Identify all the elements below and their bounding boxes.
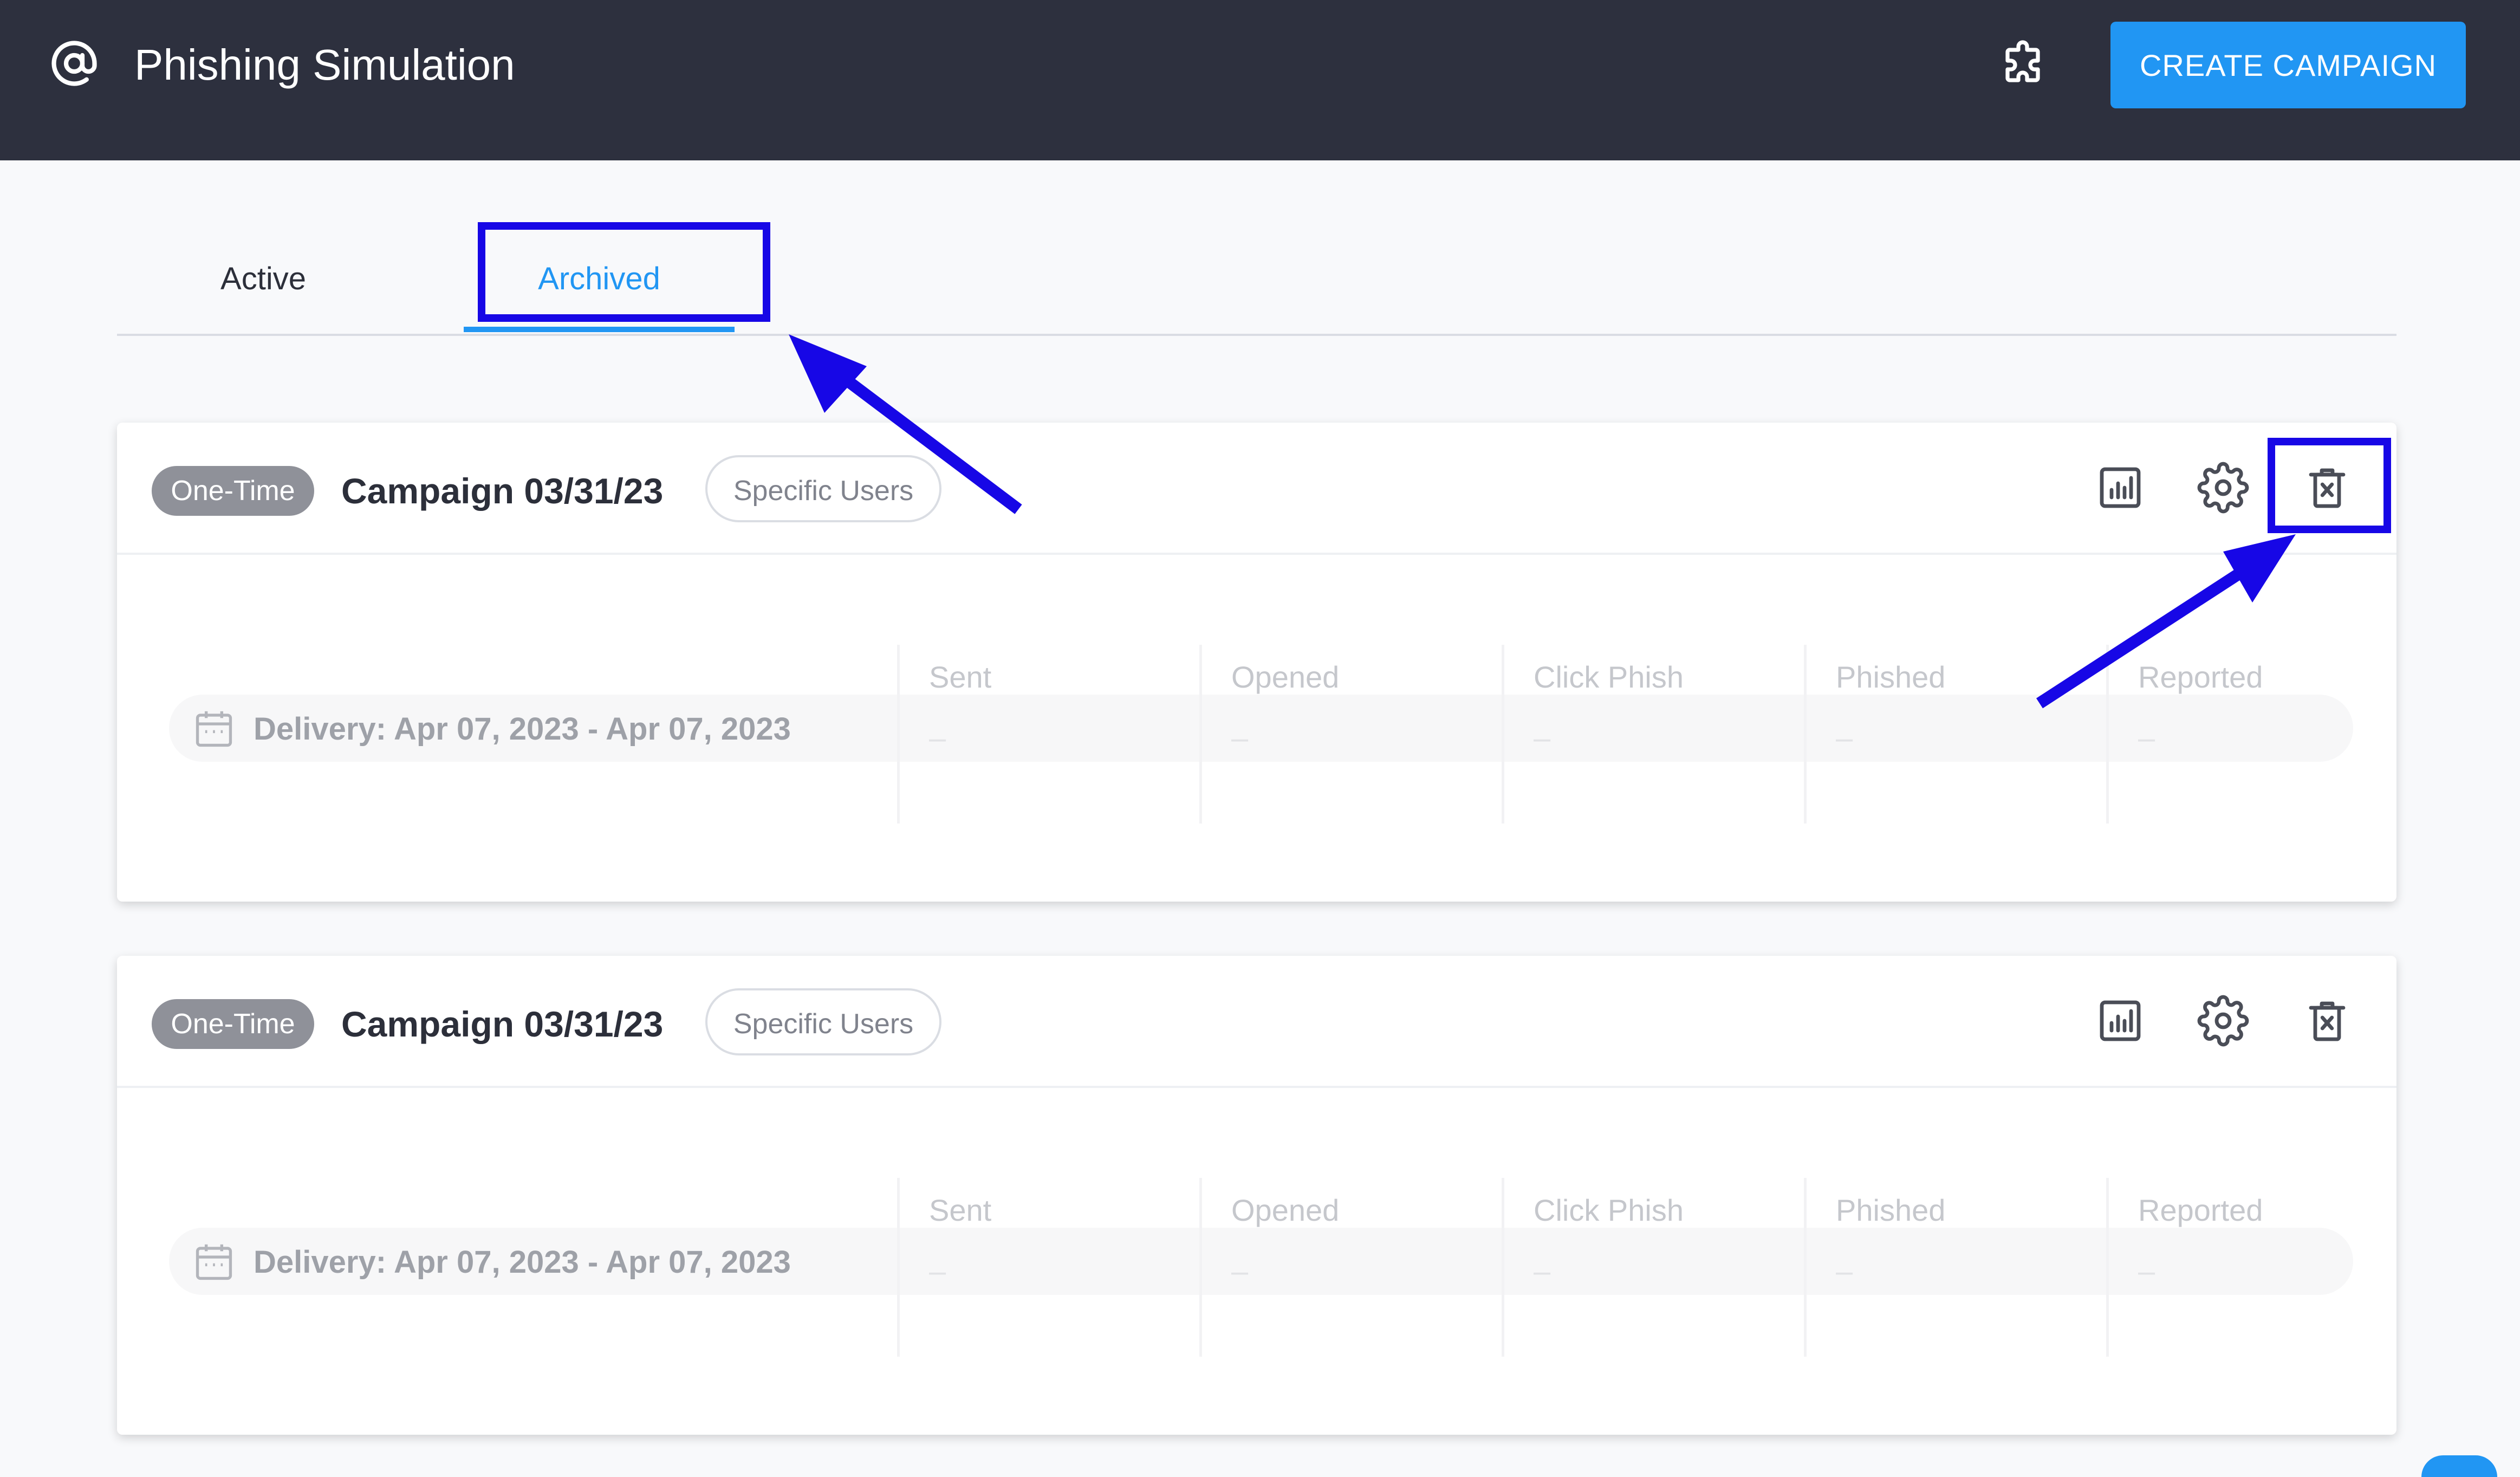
campaign-card: One-Time Campaign 03/31/23 Specific User… xyxy=(117,423,2396,902)
stat-click-phish: Click Phish – xyxy=(1502,1178,1807,1357)
bar-chart-icon xyxy=(2100,1000,2141,1041)
campaign-name: Campaign 03/31/23 xyxy=(341,1004,664,1044)
trash-x-icon xyxy=(2309,1001,2346,1041)
puzzle-icon xyxy=(2005,40,2040,82)
campaign-card-header: One-Time Campaign 03/31/23 Specific User… xyxy=(117,423,2396,555)
campaign-type-badge: One-Time xyxy=(152,999,314,1049)
stat-click-phish: Click Phish – xyxy=(1502,645,1807,824)
create-campaign-button[interactable]: CREATE CAMPAIGN xyxy=(2110,22,2466,108)
campaign-card: One-Time Campaign 03/31/23 Specific User… xyxy=(117,956,2396,1435)
stat-reported: Reported – xyxy=(2106,645,2411,824)
stat-label: Reported xyxy=(2138,660,2263,694)
calendar-icon xyxy=(196,1244,232,1280)
stat-label: Click Phish xyxy=(1534,660,1684,694)
delete-button[interactable] xyxy=(2301,995,2353,1047)
calendar-icon xyxy=(196,711,232,747)
trash-x-icon xyxy=(2309,468,2346,508)
stat-value: – xyxy=(929,721,946,755)
stat-value: – xyxy=(1836,721,1853,755)
stat-sent: Sent – xyxy=(897,645,1202,824)
stat-opened: Opened – xyxy=(1199,1178,1504,1357)
stat-label: Phished xyxy=(1836,660,1946,694)
delivery-dates: Delivery: Apr 07, 2023 - Apr 07, 2023 xyxy=(254,1245,791,1280)
report-button[interactable] xyxy=(2094,462,2146,514)
gear-icon xyxy=(2197,462,2249,514)
stat-reported: Reported – xyxy=(2106,1178,2411,1357)
stat-label: Click Phish xyxy=(1534,1193,1684,1227)
stat-value: – xyxy=(1534,1254,1551,1288)
stat-value: – xyxy=(1534,721,1551,755)
at-sign-icon xyxy=(51,41,97,86)
stat-value: – xyxy=(2138,721,2155,755)
settings-button[interactable] xyxy=(2197,462,2249,514)
campaign-type-badge: One-Time xyxy=(152,466,314,516)
report-button[interactable] xyxy=(2094,995,2146,1047)
gear-icon xyxy=(2197,995,2249,1047)
stat-value: – xyxy=(1836,1254,1853,1288)
stat-label: Reported xyxy=(2138,1193,2263,1227)
stat-value: – xyxy=(2138,1254,2155,1288)
integrations-button[interactable] xyxy=(1997,39,2049,91)
stat-label: Sent xyxy=(929,1193,992,1227)
stat-phished: Phished – xyxy=(1804,645,2109,824)
audience-chip: Specific Users xyxy=(705,455,941,522)
top-bar: Phishing Simulation CREATE CAMPAIGN xyxy=(0,0,2520,160)
bar-chart-icon xyxy=(2100,467,2141,508)
stat-phished: Phished – xyxy=(1804,1178,2109,1357)
stat-value: – xyxy=(929,1254,946,1288)
stat-label: Phished xyxy=(1836,1193,1946,1227)
stat-sent: Sent – xyxy=(897,1178,1202,1357)
tab-active[interactable]: Active xyxy=(150,238,377,320)
stat-label: Opened xyxy=(1231,660,1340,694)
delivery-dates: Delivery: Apr 07, 2023 - Apr 07, 2023 xyxy=(254,711,791,747)
stat-opened: Opened – xyxy=(1199,645,1504,824)
selected-tab-indicator xyxy=(464,327,735,332)
chat-widget-button[interactable] xyxy=(2421,1455,2497,1477)
tab-archived[interactable]: Archived xyxy=(464,238,735,320)
stat-label: Sent xyxy=(929,660,992,694)
campaign-tabs: Active Archived xyxy=(117,195,2396,336)
campaign-card-header: One-Time Campaign 03/31/23 Specific User… xyxy=(117,956,2396,1088)
stat-value: – xyxy=(1231,721,1249,755)
stat-value: – xyxy=(1231,1254,1249,1288)
settings-button[interactable] xyxy=(2197,995,2249,1047)
campaign-name: Campaign 03/31/23 xyxy=(341,471,664,511)
page-title: Phishing Simulation xyxy=(134,41,515,89)
audience-chip: Specific Users xyxy=(705,988,941,1055)
stat-label: Opened xyxy=(1231,1193,1340,1227)
delete-button[interactable] xyxy=(2301,462,2353,514)
